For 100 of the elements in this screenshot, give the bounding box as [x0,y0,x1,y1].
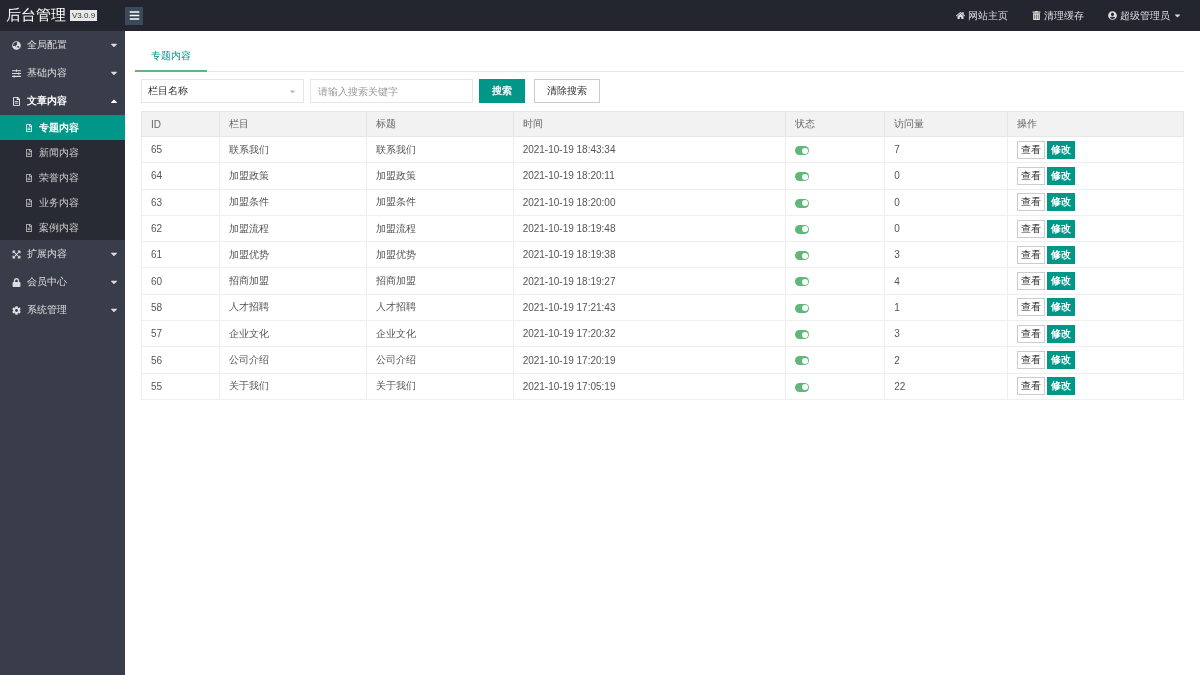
sidebar-label: 基础内容 [27,66,67,80]
header-link[interactable]: 网站主页 [956,8,1008,23]
view-button[interactable]: 查看 [1017,324,1046,343]
table-cell: 3 [894,249,900,261]
sidebar-item[interactable]: 全局配置 [0,31,125,59]
table-cell: 61 [151,249,163,261]
trash-icon [1032,11,1041,20]
table-cell: 0 [894,170,900,182]
table-cell: 人才招聘 [228,301,269,313]
status-toggle[interactable] [795,198,810,208]
header-link[interactable]: 超级管理员 [1108,8,1182,23]
table-cell: 2021-10-19 18:19:48 [522,223,616,235]
table-cell: 2021-10-19 17:20:19 [522,354,616,366]
table-cell: 2021-10-19 18:43:34 [522,144,616,156]
view-button[interactable]: 查看 [1017,377,1046,396]
sidebar-label: 文章内容 [27,94,67,108]
sidebar-item[interactable]: 会员中心 [0,268,125,296]
table-cell: 人才招聘 [375,301,416,313]
table-cell: 加盟优势 [228,248,269,260]
column-header: 栏目 [219,111,367,137]
column-header: 操作 [1007,111,1184,137]
table-cell: 55 [151,380,163,392]
header-link[interactable]: 清理缓存 [1032,8,1084,23]
view-button[interactable]: 查看 [1017,245,1046,264]
edit-button[interactable]: 修改 [1047,193,1076,212]
sidebar-label: 扩展内容 [27,247,67,261]
sidebar-item[interactable]: 基础内容 [0,59,125,87]
edit-button[interactable]: 修改 [1047,272,1076,291]
table-cell: 2021-10-19 18:19:38 [522,249,616,261]
settings-icon [12,305,21,315]
app-title: 后台管理 [6,6,66,25]
edit-button[interactable]: 修改 [1047,140,1076,159]
sidebar-subitem[interactable]: 业务内容 [0,190,125,215]
status-toggle[interactable] [795,277,810,287]
table-cell: 56 [151,354,163,366]
clear-search-button[interactable]: 清除搜索 [534,79,600,103]
column-header: ID [141,111,220,137]
search-field[interactable]: 请输入搜索关键字 [310,79,473,103]
table-cell: 企业文化 [375,327,416,339]
table-cell: 60 [151,275,163,287]
view-button[interactable]: 查看 [1017,298,1046,317]
sidebar-subitem[interactable]: 专题内容 [0,115,125,140]
sidebar-label: 会员中心 [27,275,67,289]
table-cell: 62 [151,223,163,235]
view-button[interactable]: 查看 [1017,219,1046,238]
table-cell: 公司介绍 [375,354,416,365]
sidebar-item[interactable]: 文章内容 [0,87,125,115]
status-toggle[interactable] [795,146,810,155]
table-cell: 2021-10-19 18:20:00 [522,196,616,208]
tab[interactable]: 专题内容 [135,41,207,72]
table-cell: 0 [894,223,900,235]
edit-button[interactable]: 修改 [1047,245,1076,264]
view-button[interactable]: 查看 [1017,193,1046,212]
table-cell: 加盟流程 [228,222,269,234]
status-toggle[interactable] [795,251,810,261]
edit-button[interactable]: 修改 [1047,298,1076,317]
table-cell: 关于我们 [228,380,269,392]
table-cell: 公司介绍 [228,354,269,365]
sidebar-subitem[interactable]: 荣誉内容 [0,165,125,190]
status-toggle[interactable] [795,303,810,313]
user-icon [1108,11,1117,20]
status-toggle[interactable] [795,356,810,366]
document-icon [25,223,33,232]
status-toggle[interactable] [795,330,810,340]
table-cell: 2021-10-19 17:05:19 [522,380,616,392]
view-button[interactable]: 查看 [1017,272,1046,291]
table-cell: 64 [151,170,163,182]
table-cell: 加盟条件 [375,196,416,208]
sidebar-item[interactable]: 扩展内容 [0,240,125,268]
table-cell: 0 [894,196,900,208]
table-cell: 招商加盟 [228,275,269,287]
view-button[interactable]: 查看 [1017,351,1046,369]
edit-button[interactable]: 修改 [1047,377,1076,396]
table-cell: 4 [894,275,900,287]
edit-button[interactable]: 修改 [1047,219,1076,238]
status-toggle[interactable] [795,172,810,182]
edit-button[interactable]: 修改 [1047,351,1076,369]
document-icon [25,173,33,182]
menu-button[interactable] [125,6,143,25]
table-cell: 2 [894,354,900,366]
document-icon [25,123,33,132]
table-cell: 招商加盟 [375,275,416,287]
sidebar-item[interactable]: 系统管理 [0,296,125,324]
view-button[interactable]: 查看 [1017,140,1046,159]
edit-button[interactable]: 修改 [1047,324,1076,343]
sidebar-subitem[interactable]: 新闻内容 [0,140,125,165]
view-button[interactable]: 查看 [1017,166,1046,185]
sidebar-subitem[interactable]: 案例内容 [0,215,125,240]
table-cell: 加盟条件 [228,196,269,208]
status-toggle[interactable] [795,382,810,392]
search-button[interactable]: 搜索 [479,79,525,103]
category-select[interactable]: 栏目名称 [141,79,304,103]
edit-button[interactable]: 修改 [1047,166,1076,185]
table-cell: 加盟优势 [375,248,416,260]
table-cell: 2021-10-19 18:20:11 [522,170,615,182]
status-toggle[interactable] [795,224,810,234]
table-cell: 3 [894,328,900,340]
sidebar-label: 系统管理 [27,303,67,317]
table-cell: 63 [151,196,163,208]
document-icon [12,96,21,106]
